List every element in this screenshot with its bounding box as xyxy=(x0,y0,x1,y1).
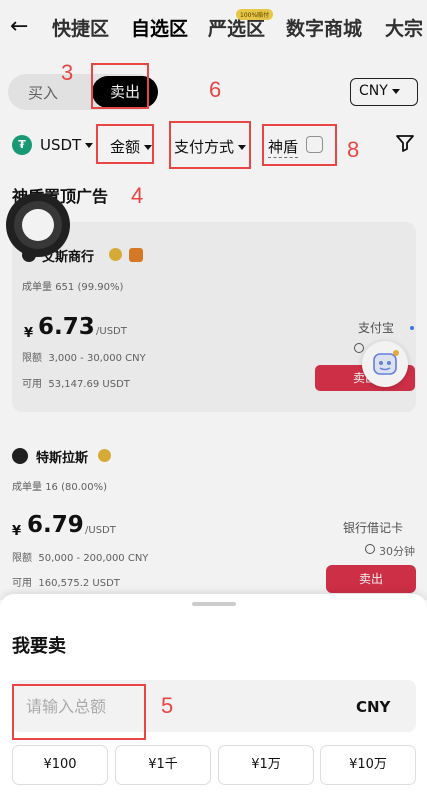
annotation-box-5 xyxy=(12,684,146,740)
annotation-number-5: 5 xyxy=(161,693,174,718)
quick-amount-1k-button[interactable]: ¥1千 xyxy=(115,745,211,785)
annotation-box-3 xyxy=(91,63,149,109)
amount-currency-label: CNY xyxy=(356,698,391,716)
annotation-number-3: 3 xyxy=(61,60,74,85)
annotation-number-6: 6 xyxy=(209,77,222,102)
quick-amount-100-button[interactable]: ¥100 xyxy=(12,745,108,785)
annotation-box-6 xyxy=(169,121,251,169)
sheet-title: 我要卖 xyxy=(12,636,66,657)
sheet-drag-handle[interactable] xyxy=(192,602,236,606)
annotation-box-8 xyxy=(262,124,337,166)
annotation-box-amount xyxy=(96,124,154,164)
quick-amount-10k-button[interactable]: ¥1万 xyxy=(218,745,314,785)
annotation-number-4: 4 xyxy=(131,183,144,208)
annotation-number-8: 8 xyxy=(347,137,360,162)
quick-amount-100k-button[interactable]: ¥10万 xyxy=(320,745,416,785)
